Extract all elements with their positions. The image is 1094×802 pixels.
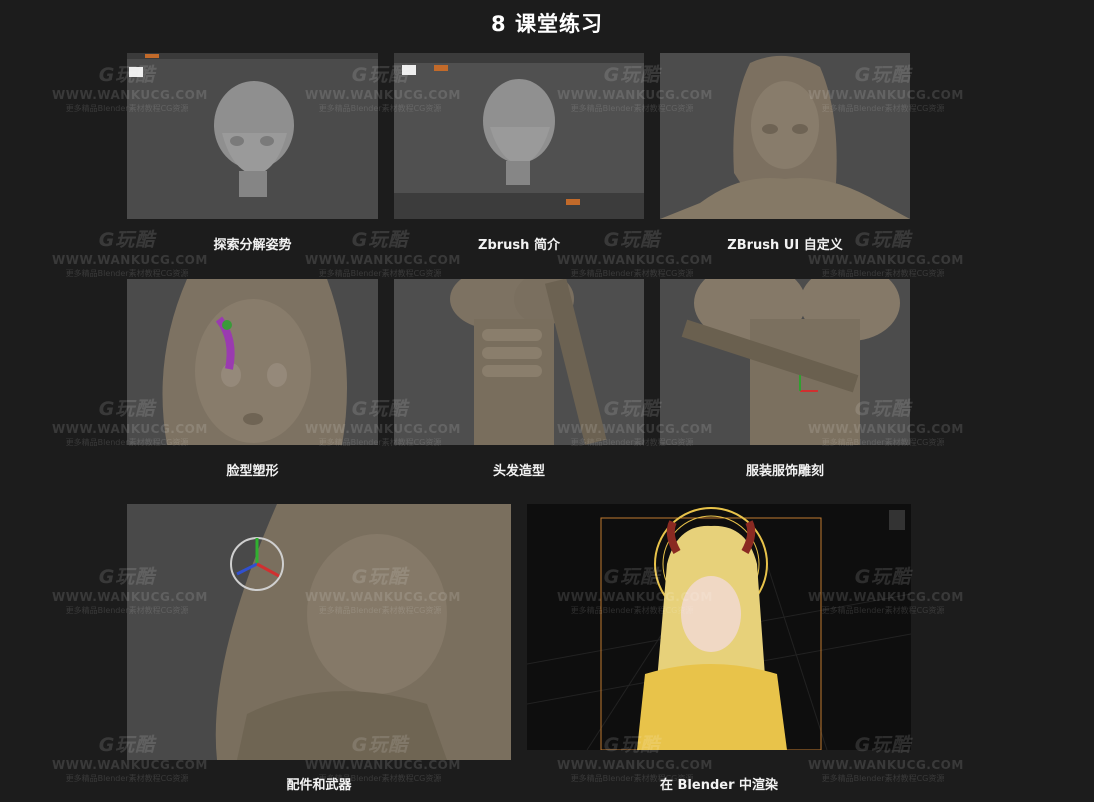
caption-costume-sculpt: 服装服饰雕刻 [745,464,824,479]
thumbnail-zbrush-ui[interactable] [660,53,910,219]
caption-blender-render: 在 Blender 中渲染 [659,778,779,793]
thumbnail-hair-styling[interactable] [394,279,644,445]
accessory-sculpt-image [127,504,511,760]
thumbnail-explore-pose[interactable] [127,53,378,219]
thumbnail-blender-render[interactable] [527,504,911,750]
costume-sculpt-image [660,279,910,445]
blender-render-image [527,504,911,750]
face-sculpt-image [127,279,378,445]
thumbnail-face-shaping[interactable] [127,279,378,445]
character-bust-image [660,53,910,219]
caption-face-shaping: 脸型塑形 [226,464,279,479]
caption-explore-pose: 探索分解姿势 [213,238,292,253]
zbrush-interface-image [394,53,644,219]
thumbnail-accessories-weapons[interactable] [127,504,511,760]
thumbnail-zbrush-intro[interactable] [394,53,644,219]
thumbnail-costume-sculpt[interactable] [660,279,910,445]
head-sculpt-image [127,53,378,219]
page-title: 8 课堂练习 [491,12,603,36]
caption-zbrush-ui: ZBrush UI 自定义 [727,238,843,253]
caption-hair-styling: 头发造型 [492,464,545,479]
caption-accessories-weapons: 配件和武器 [286,778,352,793]
torso-sculpt-image [394,279,644,445]
caption-zbrush-intro: Zbrush 简介 [478,238,560,253]
